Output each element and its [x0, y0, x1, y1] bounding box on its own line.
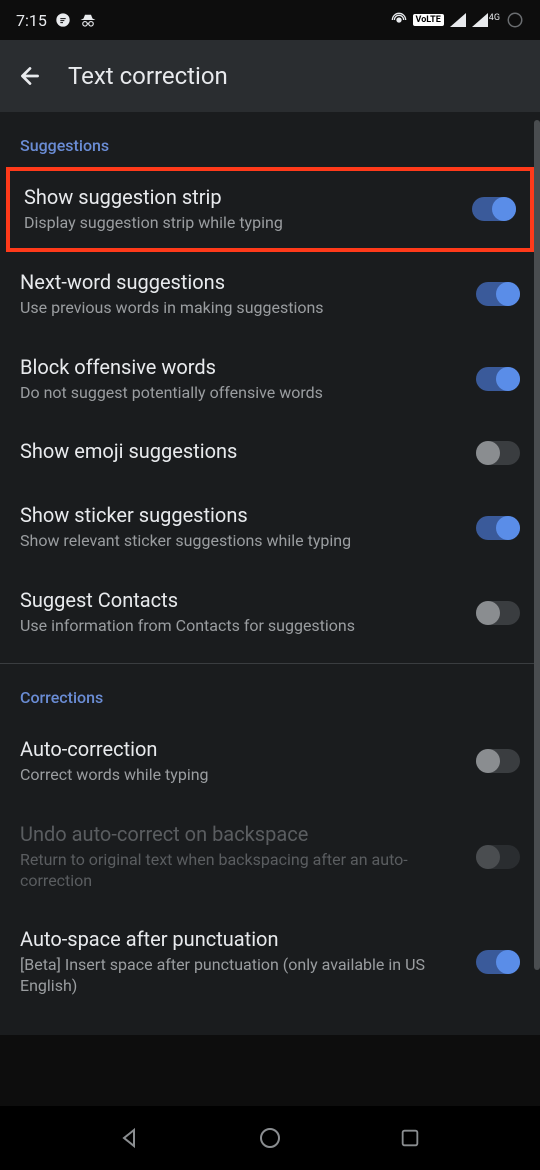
setting-autospace-punctuation[interactable]: Auto-space after punctuation [Beta] Inse…: [0, 909, 540, 1015]
page-title: Text correction: [68, 62, 228, 90]
volte-badge: VoLTE: [413, 14, 444, 26]
status-bar: 7:15 VoLTE 4G: [0, 0, 540, 40]
hotspot-icon: [391, 12, 407, 28]
setting-title: Show sticker suggestions: [20, 503, 460, 527]
toggle-next-word[interactable]: [476, 282, 520, 306]
loading-icon: [506, 11, 524, 29]
setting-subtitle: [Beta] Insert space after punctuation (o…: [20, 955, 460, 997]
toggle-emoji[interactable]: [476, 441, 520, 465]
setting-next-word-suggestions[interactable]: Next-word suggestions Use previous words…: [0, 252, 540, 337]
setting-show-suggestion-strip[interactable]: Show suggestion strip Display suggestion…: [24, 185, 516, 234]
toggle-contacts[interactable]: [476, 601, 520, 625]
setting-text: Show suggestion strip Display suggestion…: [24, 185, 456, 234]
toggle-show-suggestion-strip[interactable]: [472, 197, 516, 221]
signal-4g-icon: 4G: [472, 13, 500, 27]
setting-subtitle: Show relevant sticker suggestions while …: [20, 531, 460, 552]
signal-icon: [450, 13, 466, 27]
setting-title: Auto-correction: [20, 737, 460, 761]
setting-show-emoji-suggestions[interactable]: Show emoji suggestions: [0, 421, 540, 485]
status-time: 7:15: [16, 11, 47, 30]
nav-recent-button[interactable]: [394, 1122, 426, 1154]
setting-text: Show sticker suggestions Show relevant s…: [20, 503, 460, 552]
setting-subtitle: Use previous words in making suggestions: [20, 298, 460, 319]
status-left: 7:15: [16, 11, 97, 30]
back-button[interactable]: [16, 62, 44, 90]
status-right: VoLTE 4G: [391, 11, 524, 29]
setting-title: Undo auto-correct on backspace: [20, 822, 460, 846]
setting-title: Show suggestion strip: [24, 185, 456, 209]
setting-block-offensive-words[interactable]: Block offensive words Do not suggest pot…: [0, 337, 540, 422]
setting-text: Show emoji suggestions: [20, 439, 460, 467]
setting-subtitle: Correct words while typing: [20, 765, 460, 786]
setting-text: Auto-space after punctuation [Beta] Inse…: [20, 927, 460, 997]
setting-undo-autocorrect: Undo auto-correct on backspace Return to…: [0, 804, 540, 910]
navigation-bar: [0, 1106, 540, 1170]
section-header-corrections: Corrections: [0, 664, 540, 719]
setting-title: Auto-space after punctuation: [20, 927, 460, 951]
incognito-icon: [79, 12, 97, 28]
setting-text: Auto-correction Correct words while typi…: [20, 737, 460, 786]
highlighted-setting: Show suggestion strip Display suggestion…: [6, 167, 534, 252]
setting-text: Block offensive words Do not suggest pot…: [20, 355, 460, 404]
setting-text: Suggest Contacts Use information from Co…: [20, 588, 460, 637]
toggle-sticker[interactable]: [476, 516, 520, 540]
setting-text: Undo auto-correct on backspace Return to…: [20, 822, 460, 892]
setting-subtitle: Display suggestion strip while typing: [24, 213, 456, 234]
nav-home-button[interactable]: [254, 1122, 286, 1154]
setting-title: Next-word suggestions: [20, 270, 460, 294]
toggle-block-offensive[interactable]: [476, 367, 520, 391]
setting-text: Next-word suggestions Use previous words…: [20, 270, 460, 319]
section-header-suggestions: Suggestions: [0, 112, 540, 167]
toggle-autocorrect[interactable]: [476, 749, 520, 773]
setting-subtitle: Do not suggest potentially offensive wor…: [20, 383, 460, 404]
app-bar: Text correction: [0, 40, 540, 112]
settings-content: Suggestions Show suggestion strip Displa…: [0, 112, 540, 1035]
setting-subtitle: Use information from Contacts for sugges…: [20, 616, 460, 637]
spotify-icon: [55, 12, 71, 28]
setting-auto-correction[interactable]: Auto-correction Correct words while typi…: [0, 719, 540, 804]
setting-subtitle: Return to original text when backspacing…: [20, 850, 460, 892]
setting-title: Block offensive words: [20, 355, 460, 379]
setting-title: Show emoji suggestions: [20, 439, 460, 463]
setting-suggest-contacts[interactable]: Suggest Contacts Use information from Co…: [0, 570, 540, 655]
scrollbar-indicator: [534, 120, 540, 970]
toggle-autospace[interactable]: [476, 950, 520, 974]
nav-back-button[interactable]: [114, 1122, 146, 1154]
toggle-undo-autocorrect: [476, 845, 520, 869]
setting-show-sticker-suggestions[interactable]: Show sticker suggestions Show relevant s…: [0, 485, 540, 570]
setting-title: Suggest Contacts: [20, 588, 460, 612]
